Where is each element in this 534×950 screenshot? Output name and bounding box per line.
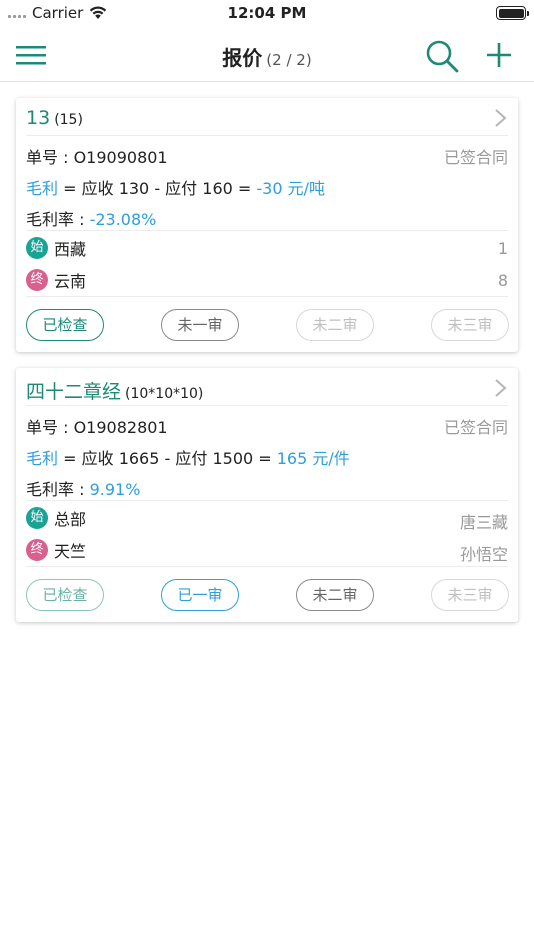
profit-value: 165 元/件: [276, 449, 350, 468]
order-row: 单号 : O19082801 已签合同: [26, 414, 508, 438]
destination-detail: 8: [497, 271, 508, 290]
page-count: (2 / 2): [266, 51, 312, 69]
chevron-right-icon[interactable]: [494, 378, 508, 398]
divider: [26, 566, 508, 567]
search-icon[interactable]: [424, 38, 460, 74]
order-label: 单号 :: [26, 418, 74, 437]
destination-row: 终天竺 孙悟空: [26, 538, 508, 564]
margin-value: 9.91%: [89, 480, 141, 499]
margin-value: -23.08%: [89, 210, 157, 229]
start-badge: 始: [26, 237, 48, 259]
contract-status: 已签合同: [443, 148, 508, 167]
review-buttons: 已检查 已一审 未二审 未三审: [26, 579, 509, 611]
quote-card[interactable]: 13 (15) 单号 : O19090801 已签合同 毛利 = 应收 130 -…: [16, 98, 518, 352]
card-title: 四十二章经 (10*10*10): [26, 377, 203, 404]
destination-detail: 孙悟空: [459, 545, 508, 564]
card-title-text: 四十二章经: [26, 381, 122, 403]
second-review-button[interactable]: 未二审: [296, 309, 374, 341]
status-bar: Carrier 12:04 PM: [0, 0, 534, 28]
origin-detail: 唐三藏: [459, 513, 508, 532]
card-title: 13 (15): [26, 107, 83, 129]
battery-icon: [496, 6, 529, 20]
status-time: 12:04 PM: [227, 4, 307, 22]
profit-label: 毛利: [26, 449, 59, 468]
contract-status: 已签合同: [443, 418, 508, 437]
origin-row: 始总部 唐三藏: [26, 506, 508, 532]
order-label: 单号 :: [26, 148, 74, 167]
origin-row: 始西藏 1: [26, 236, 508, 260]
receivable-value: 130: [118, 179, 150, 198]
nav-bar: 报价 (2 / 2): [0, 28, 534, 82]
receivable-label: = 应收: [58, 179, 119, 198]
card-title-text: 13: [26, 107, 51, 129]
profit-label: 毛利: [26, 179, 59, 198]
divider: [26, 500, 508, 501]
profit-row: 毛利 = 应收 130 - 应付 160 = -30 元/吨: [26, 175, 508, 199]
payable-value: 160: [202, 179, 233, 198]
third-review-button[interactable]: 未三审: [431, 579, 509, 611]
payable-label: - 应付: [159, 449, 213, 468]
checked-button[interactable]: 已检查: [26, 309, 104, 341]
end-badge: 终: [26, 269, 48, 291]
first-review-button[interactable]: 已一审: [161, 579, 239, 611]
order-row: 单号 : O19090801 已签合同: [26, 144, 508, 168]
card-header[interactable]: 13 (15): [26, 98, 508, 136]
destination-name: 云南: [54, 272, 87, 291]
order-number: O19082801: [73, 418, 168, 437]
page-title-text: 报价: [222, 46, 263, 70]
third-review-button[interactable]: 未三审: [431, 309, 509, 341]
chevron-right-icon[interactable]: [494, 108, 508, 128]
payable-value: 1500: [212, 449, 254, 468]
margin-row: 毛利率 : 9.91%: [26, 476, 508, 500]
origin-name: 总部: [54, 510, 87, 529]
card-header[interactable]: 四十二章经 (10*10*10): [26, 368, 508, 406]
margin-row: 毛利率 : -23.08%: [26, 206, 508, 230]
profit-value: -30 元/吨: [256, 179, 326, 198]
card-subtitle: (15): [54, 112, 83, 128]
end-badge: 终: [26, 539, 48, 561]
destination-name: 天竺: [54, 542, 87, 561]
add-icon[interactable]: [484, 40, 514, 70]
divider: [26, 296, 508, 297]
review-buttons: 已检查 未一审 未二审 未三审: [26, 309, 509, 341]
divider: [26, 230, 508, 231]
equals-label: =: [232, 179, 257, 198]
margin-label: 毛利率 :: [26, 210, 90, 229]
card-subtitle: (10*10*10): [125, 386, 204, 402]
start-badge: 始: [26, 507, 48, 529]
first-review-button[interactable]: 未一审: [161, 309, 239, 341]
destination-row: 终云南 8: [26, 268, 508, 292]
receivable-value: 1665: [118, 449, 160, 468]
margin-label: 毛利率 :: [26, 480, 90, 499]
order-number: O19090801: [73, 148, 168, 167]
receivable-label: = 应收: [58, 449, 119, 468]
second-review-button[interactable]: 未二审: [296, 579, 374, 611]
checked-button[interactable]: 已检查: [26, 579, 104, 611]
quote-card[interactable]: 四十二章经 (10*10*10) 单号 : O19082801 已签合同 毛利 =…: [16, 368, 518, 622]
payable-label: - 应付: [149, 179, 203, 198]
profit-row: 毛利 = 应收 1665 - 应付 1500 = 165 元/件: [26, 445, 508, 469]
origin-detail: 1: [497, 239, 508, 258]
equals-label: =: [253, 449, 277, 468]
origin-name: 西藏: [54, 240, 87, 259]
